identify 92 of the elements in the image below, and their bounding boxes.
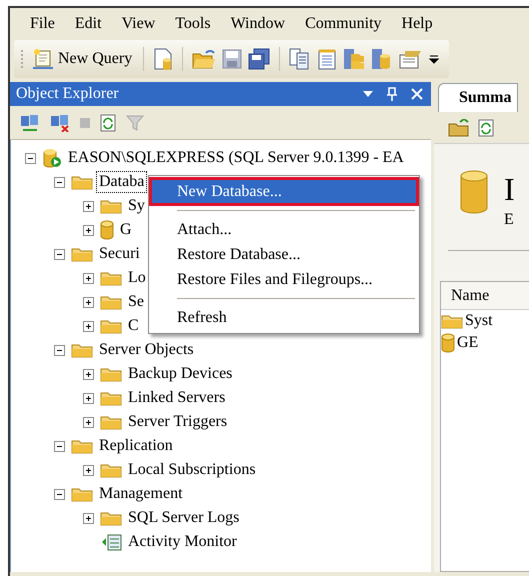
database-icon xyxy=(100,220,114,240)
notepad-icon[interactable] xyxy=(317,48,338,70)
folder-icon xyxy=(441,313,463,329)
filter-icon xyxy=(126,114,144,132)
tree-item[interactable]: Linked Servers xyxy=(126,388,228,408)
menu-item[interactable]: Attach... xyxy=(151,217,417,242)
disconnect-icon[interactable] xyxy=(50,114,70,132)
collapse-toggle[interactable] xyxy=(54,344,65,356)
list-item[interactable]: Syst xyxy=(465,309,493,333)
folder-icon xyxy=(71,438,93,454)
menu-item[interactable]: Tools xyxy=(165,12,221,36)
expand-toggle[interactable] xyxy=(83,224,94,236)
stop-icon xyxy=(80,118,90,128)
menu-item[interactable]: New Database... xyxy=(151,179,417,204)
collapse-toggle[interactable] xyxy=(54,440,65,452)
database-icon xyxy=(460,170,488,214)
folder-icon xyxy=(100,318,122,334)
tree-item[interactable]: Databa xyxy=(97,172,146,192)
copy-pages-icon[interactable] xyxy=(289,48,312,70)
folder-icon xyxy=(71,342,93,358)
tree-item[interactable]: Replication xyxy=(97,436,175,456)
expand-toggle[interactable] xyxy=(83,416,94,428)
close-icon[interactable] xyxy=(411,88,423,100)
tree-item[interactable]: Securi xyxy=(97,244,142,264)
tree-item[interactable]: Management xyxy=(97,484,185,504)
dropdown-icon[interactable] xyxy=(363,91,373,97)
folder-icon xyxy=(100,198,122,214)
list-item[interactable]: GE xyxy=(457,331,478,355)
folder-icon xyxy=(100,294,122,310)
toolbar-grip[interactable] xyxy=(20,48,24,70)
expand-toggle[interactable] xyxy=(83,392,94,404)
folder-icon xyxy=(71,246,93,262)
tree-item[interactable]: Backup Devices xyxy=(126,364,234,384)
database-icon xyxy=(441,333,455,353)
tree-item[interactable]: C xyxy=(126,316,141,336)
menu-item[interactable]: Restore Files and Filegroups... xyxy=(151,267,417,292)
server-icon xyxy=(42,148,62,168)
folder-icon xyxy=(100,270,122,286)
new-query-icon xyxy=(32,48,54,70)
tree-item[interactable]: Lo xyxy=(126,268,148,288)
collapse-toggle[interactable] xyxy=(54,488,65,500)
expand-toggle[interactable] xyxy=(83,296,94,308)
collapse-toggle[interactable] xyxy=(54,176,65,188)
save-icon[interactable] xyxy=(222,49,242,69)
menu-item[interactable]: Restore Database... xyxy=(151,242,417,267)
tree-item[interactable]: SQL Server Logs xyxy=(126,508,242,528)
menu-item[interactable]: Window xyxy=(220,12,296,36)
expand-toggle[interactable] xyxy=(83,512,94,524)
menu-item[interactable]: Refresh xyxy=(151,305,417,330)
menu-item[interactable]: Edit xyxy=(64,12,112,36)
summary-tab[interactable]: Summa xyxy=(438,83,518,112)
expand-toggle[interactable] xyxy=(83,464,94,476)
heading: I xyxy=(504,170,515,208)
folders-icon[interactable] xyxy=(343,48,366,70)
properties-icon[interactable] xyxy=(399,49,424,69)
subheading: E xyxy=(504,210,515,230)
new-query-button[interactable]: New Query xyxy=(30,47,134,71)
menu-item[interactable]: Community xyxy=(295,12,392,36)
expand-toggle[interactable] xyxy=(83,320,94,332)
folder-icon xyxy=(100,366,122,382)
document-database-icon[interactable] xyxy=(153,48,174,70)
folder-icon xyxy=(71,174,93,190)
folder-icon xyxy=(100,414,122,430)
refresh-icon[interactable] xyxy=(100,114,116,132)
menu-item[interactable]: View xyxy=(112,12,166,36)
tree-item[interactable]: G xyxy=(118,220,134,240)
tree-item[interactable]: Se xyxy=(126,292,146,312)
tree-item[interactable]: Local Subscriptions xyxy=(126,460,258,480)
tree-item[interactable]: Server Objects xyxy=(97,340,196,360)
expand-toggle[interactable] xyxy=(83,200,94,212)
tree-item[interactable]: Activity Monitor xyxy=(126,532,239,552)
collapse-toggle[interactable] xyxy=(54,248,65,260)
folder-icon xyxy=(100,510,122,526)
folder-icon xyxy=(71,486,93,502)
folder-icon xyxy=(100,462,122,478)
save-all-icon[interactable] xyxy=(248,48,270,70)
connect-icon[interactable] xyxy=(20,114,40,132)
tree-item[interactable]: Server Triggers xyxy=(126,412,230,432)
menu-item[interactable]: File xyxy=(20,12,65,36)
folder-icon xyxy=(100,390,122,406)
expand-toggle[interactable] xyxy=(83,368,94,380)
folder-up-icon[interactable] xyxy=(448,118,470,136)
open-folder-icon[interactable] xyxy=(192,49,216,69)
refresh-icon[interactable] xyxy=(478,118,494,136)
monitor-icon xyxy=(100,532,122,552)
expand-toggle[interactable] xyxy=(83,272,94,284)
menu-item[interactable]: Help xyxy=(392,12,443,36)
pin-icon[interactable] xyxy=(387,87,397,101)
tree-item[interactable]: Sy xyxy=(126,196,147,216)
panel-title: Object Explorer xyxy=(16,84,120,104)
tree-item[interactable]: EASON\SQLEXPRESS (SQL Server 9.0.1399 - EA xyxy=(66,148,406,168)
collapse-toggle[interactable] xyxy=(25,152,36,164)
